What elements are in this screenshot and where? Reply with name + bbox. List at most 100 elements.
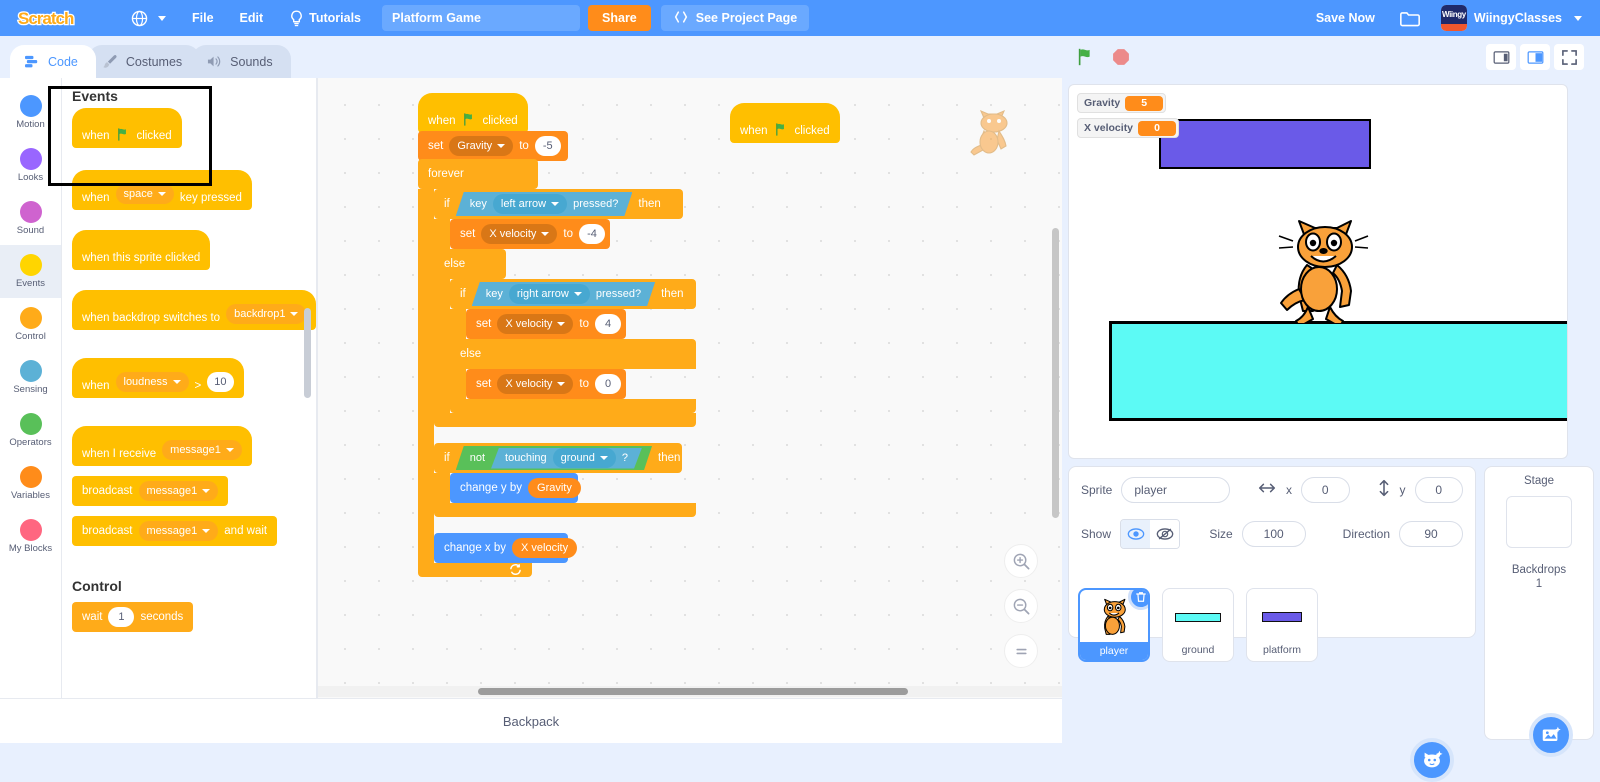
palette-block-broadcast-and-wait[interactable]: broadcast message1 and wait [72, 516, 317, 546]
block-when-flag-clicked-detached[interactable]: when clicked [730, 103, 840, 143]
workspace-vertical-scrollbar[interactable] [1050, 228, 1061, 658]
sidebar-item-variables[interactable]: Variables [0, 457, 61, 510]
if-left-header[interactable]: if key left arrow pressed? then [434, 189, 683, 219]
zoom-in-icon[interactable] [1004, 544, 1038, 578]
palette-block-when-backdrop-switches[interactable]: when backdrop switches to backdrop1 [72, 290, 317, 330]
green-flag-button[interactable] [1068, 47, 1104, 67]
menu-file[interactable]: File [179, 0, 227, 36]
broadcast-wait-dropdown[interactable]: message1 [138, 521, 219, 541]
xvel-right-input[interactable]: 4 [595, 314, 622, 334]
sprite-name-input[interactable]: player [1121, 477, 1231, 503]
palette-block-when-i-receive[interactable]: when I receive message1 [72, 426, 317, 466]
choose-sprite-button[interactable] [1410, 738, 1454, 782]
monitor-gravity[interactable]: Gravity 5 [1077, 93, 1167, 113]
block-if-not-touching-ground[interactable]: if not touching ground ? then change y b… [434, 443, 696, 517]
language-selector[interactable] [118, 0, 179, 36]
gravity-variable-reporter[interactable]: Gravity [528, 478, 581, 498]
message-dropdown[interactable]: message1 [162, 440, 242, 460]
block-not[interactable]: not touching ground ? [456, 446, 652, 470]
wait-seconds-input[interactable]: 1 [108, 607, 135, 627]
code-workspace[interactable]: when clicked set Gravity to -5 forever i… [318, 78, 1062, 698]
zoom-out-icon[interactable] [1004, 589, 1038, 623]
script-detached-hat[interactable]: when clicked [730, 103, 840, 143]
stage-sprite-player[interactable] [1275, 215, 1371, 328]
direction-input[interactable]: 90 [1399, 521, 1463, 547]
xvel-variable-reporter[interactable]: X velocity [512, 538, 578, 558]
block-set-xvel-right[interactable]: set X velocity to 4 [466, 309, 626, 339]
script-main[interactable]: when clicked set Gravity to -5 forever i… [418, 93, 696, 577]
broadcast-dropdown[interactable]: message1 [138, 481, 219, 501]
key-dropdown[interactable]: space [115, 184, 174, 204]
palette-block-when-sprite-clicked[interactable]: when this sprite clicked [72, 230, 317, 270]
palette-block-wait-seconds[interactable]: wait 1 seconds [72, 602, 317, 632]
sidebar-item-control[interactable]: Control [0, 298, 61, 351]
xvel-zero-input[interactable]: 0 [595, 374, 622, 394]
save-now-button[interactable]: Save Now [1304, 11, 1387, 25]
sidebar-item-looks[interactable]: Looks [0, 139, 61, 192]
tab-costumes[interactable]: Costumes [87, 45, 201, 78]
backpack-bar[interactable]: Backpack [0, 698, 1062, 743]
tab-sounds[interactable]: Sounds [192, 45, 291, 78]
block-set-xvel-left[interactable]: set X velocity to -4 [450, 219, 610, 249]
block-if-right-arrow[interactable]: if key right arrow pressed? then set X v… [450, 279, 696, 413]
palette-block-when-loudness[interactable]: when loudness > 10 [72, 358, 317, 398]
see-project-page-button[interactable]: See Project Page [660, 5, 810, 31]
block-key-pressed-right[interactable]: key right arrow pressed? [472, 282, 655, 306]
user-menu[interactable]: Wiingy WiingyClasses [1433, 5, 1590, 31]
block-when-flag-clicked[interactable]: when clicked [418, 93, 528, 133]
stop-button[interactable] [1104, 48, 1138, 66]
xvel-variable-dropdown[interactable]: X velocity [497, 374, 574, 394]
palette-block-broadcast[interactable]: broadcast message1 [72, 476, 317, 506]
sidebar-item-sensing[interactable]: Sensing [0, 351, 61, 404]
fullscreen-button[interactable] [1554, 44, 1584, 70]
monitor-x-velocity[interactable]: X velocity 0 [1077, 118, 1180, 138]
folder-icon[interactable] [1387, 9, 1433, 28]
stage[interactable]: Gravity 5 X velocity 0 [1068, 84, 1568, 459]
else-right-header[interactable]: else [450, 339, 696, 369]
xvel-variable-dropdown[interactable]: X velocity [497, 314, 574, 334]
block-change-x-by[interactable]: change x by X velocity [434, 533, 578, 563]
gravity-variable-dropdown[interactable]: Gravity [449, 136, 514, 156]
zoom-reset-icon[interactable] [1004, 634, 1038, 668]
sidebar-item-events[interactable]: Events [0, 245, 61, 298]
block-forever[interactable]: forever if key left arrow pressed? then … [418, 159, 696, 577]
show-visible-button[interactable] [1121, 520, 1151, 548]
touching-object-dropdown[interactable]: ground [553, 448, 616, 468]
y-input[interactable]: 0 [1414, 477, 1464, 503]
xvel-variable-dropdown[interactable]: X velocity [481, 224, 558, 244]
show-hidden-button[interactable] [1150, 520, 1180, 548]
menu-edit[interactable]: Edit [227, 0, 277, 36]
choose-backdrop-button[interactable] [1529, 713, 1573, 757]
block-change-y-by[interactable]: change y by Gravity [450, 473, 581, 503]
forever-header[interactable]: forever [418, 159, 538, 189]
large-stage-button[interactable] [1520, 44, 1550, 70]
scratch-logo[interactable]: Scratch [16, 6, 104, 30]
palette-block-when-key-pressed[interactable]: when space key pressed [72, 170, 317, 210]
sprite-card-platform[interactable]: platform [1246, 588, 1318, 662]
block-palette[interactable]: Events when clicked when space key press… [62, 78, 317, 698]
key-right-dropdown[interactable]: right arrow [509, 284, 590, 304]
stage-sprite-platform[interactable] [1159, 119, 1371, 169]
menu-tutorials[interactable]: Tutorials [276, 0, 374, 36]
stage-sprite-ground[interactable] [1109, 321, 1567, 421]
loudness-threshold-input[interactable]: 10 [207, 372, 234, 392]
palette-block-when-flag-clicked[interactable]: when clicked [72, 108, 317, 148]
if-right-header[interactable]: if key right arrow pressed? then [450, 279, 696, 309]
backdrop-dropdown[interactable]: backdrop1 [226, 304, 307, 324]
sprite-card-player[interactable]: player [1078, 588, 1150, 662]
if-touching-header[interactable]: if not touching ground ? then [434, 443, 682, 473]
sidebar-item-motion[interactable]: Motion [0, 86, 61, 139]
block-set-gravity[interactable]: set Gravity to -5 [418, 131, 568, 161]
sidebar-item-sound[interactable]: Sound [0, 192, 61, 245]
tab-code[interactable]: Code [10, 45, 96, 78]
workspace-horizontal-scrollbar[interactable] [318, 686, 1062, 697]
gravity-value-input[interactable]: -5 [534, 136, 561, 156]
palette-scrollbar[interactable] [304, 308, 311, 398]
xvel-left-input[interactable]: -4 [579, 224, 606, 244]
project-title-input[interactable] [382, 5, 581, 31]
sprite-card-ground[interactable]: ground [1162, 588, 1234, 662]
small-stage-button[interactable] [1486, 44, 1516, 70]
key-left-dropdown[interactable]: left arrow [493, 194, 567, 214]
else-left-header[interactable]: else [434, 249, 506, 279]
x-input[interactable]: 0 [1301, 477, 1350, 503]
